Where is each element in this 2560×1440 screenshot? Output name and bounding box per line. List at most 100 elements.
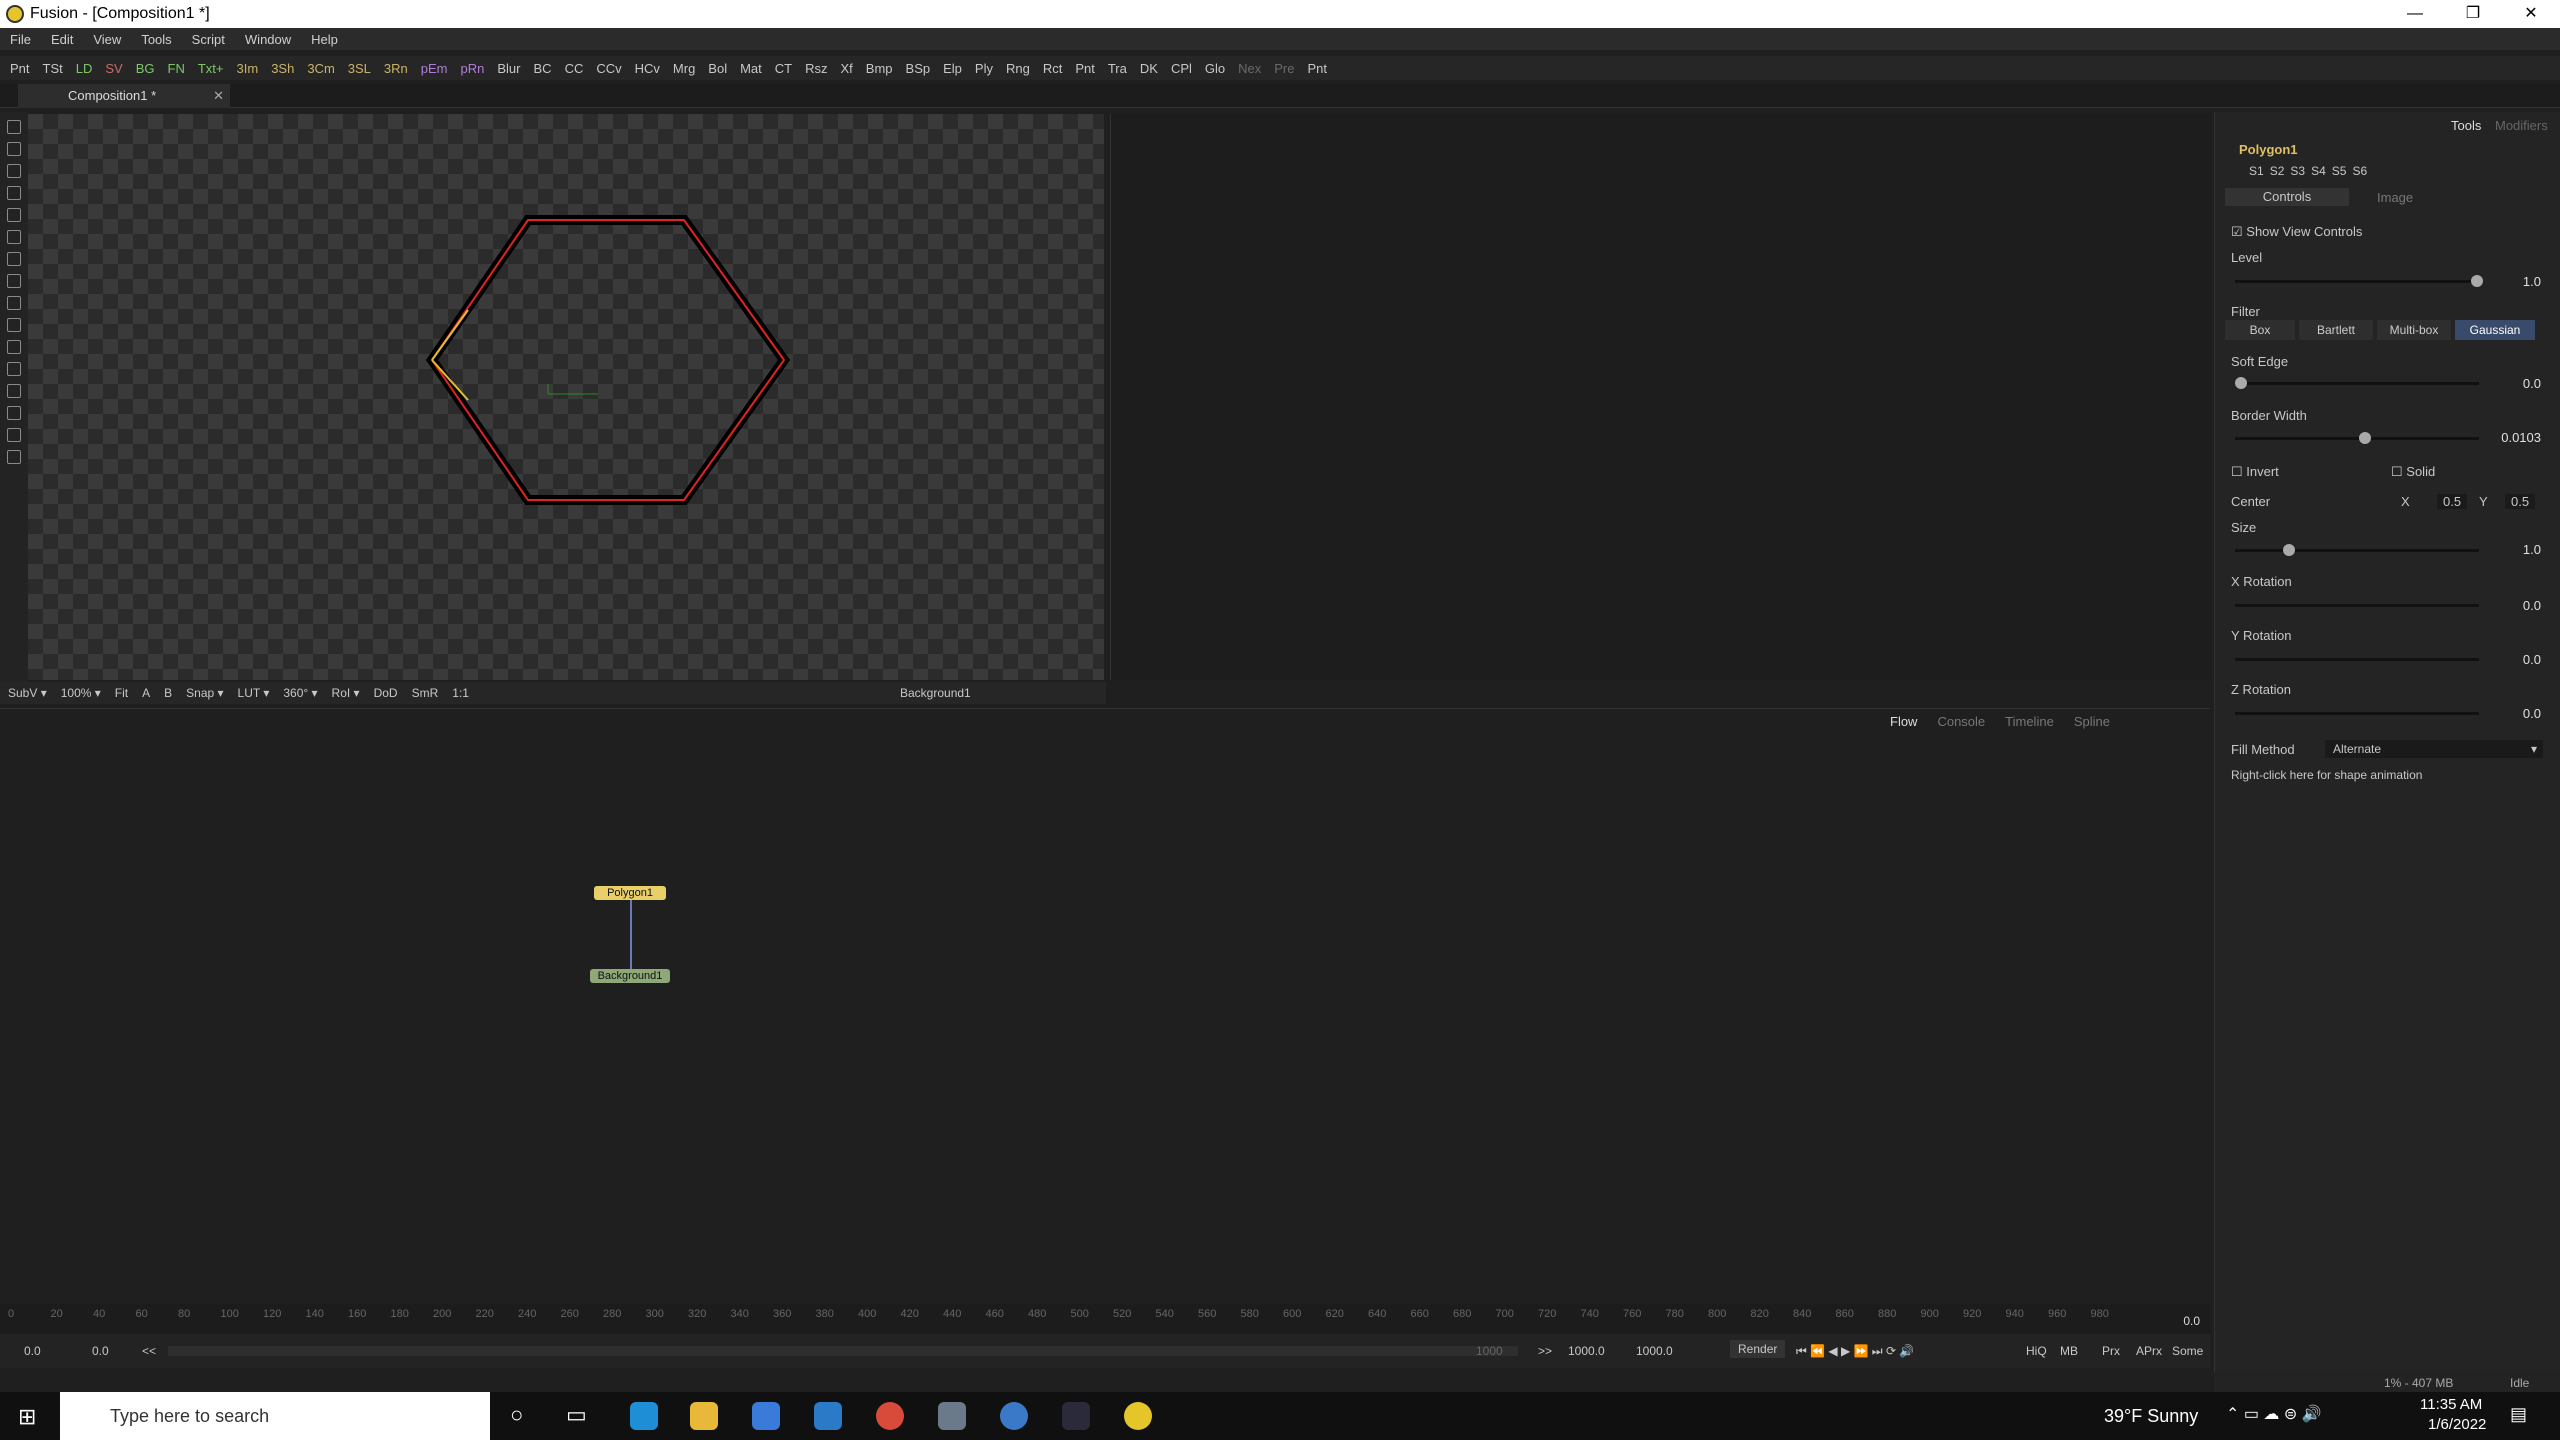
store-icon[interactable] bbox=[752, 1402, 780, 1430]
tab-modifiers[interactable]: Modifiers bbox=[2495, 118, 2548, 133]
toolbar-ld-button[interactable]: LD bbox=[76, 61, 93, 76]
tab-composition1[interactable]: Composition1 * ✕ bbox=[18, 84, 230, 108]
filter-gaussian[interactable]: Gaussian bbox=[2455, 320, 2535, 340]
toolbar-rsz-button[interactable]: Rsz bbox=[805, 61, 827, 76]
tab-spline[interactable]: Spline bbox=[2074, 714, 2110, 734]
toolbar-pre-button[interactable]: Pre bbox=[1274, 61, 1294, 76]
border-width-slider[interactable] bbox=[2235, 432, 2479, 444]
spline-icon[interactable] bbox=[7, 274, 21, 288]
quality-mb[interactable]: MB bbox=[2060, 1344, 2078, 1358]
toolbar-nex-button[interactable]: Nex bbox=[1238, 61, 1261, 76]
toolbar-pnt-button[interactable]: Pnt bbox=[10, 61, 30, 76]
menu-tools[interactable]: Tools bbox=[131, 32, 181, 47]
x-rotation-slider[interactable] bbox=[2235, 604, 2479, 607]
transform-icon[interactable] bbox=[7, 340, 21, 354]
soft-edge-slider[interactable] bbox=[2235, 377, 2479, 389]
toolbar-rng-button[interactable]: Rng bbox=[1006, 61, 1030, 76]
menu-help[interactable]: Help bbox=[301, 32, 348, 47]
roi-dropdown[interactable]: RoI ▾ bbox=[332, 686, 360, 700]
toolbar-dk-button[interactable]: DK bbox=[1140, 61, 1158, 76]
filter-bartlett[interactable]: Bartlett bbox=[2299, 320, 2373, 340]
windows-start-icon[interactable]: ⊞ bbox=[18, 1404, 36, 1430]
time-ruler[interactable]: 0.0 0 20 40 60 80 100 120 140 160 180 200 220 240 260… bbox=[0, 1304, 2210, 1334]
solid-checkbox[interactable]: ☐ Solid bbox=[2391, 464, 2435, 480]
smooth-icon[interactable] bbox=[7, 384, 21, 398]
task-view-icon[interactable]: ▭ bbox=[566, 1402, 587, 1428]
slot-s5[interactable]: S5 bbox=[2332, 164, 2347, 178]
playback-controls-icon[interactable]: ⏮ ⏪ ◀ ▶ ⏩ ⏭ ⟳ 🔊 bbox=[1796, 1344, 1914, 1359]
menu-script[interactable]: Script bbox=[182, 32, 235, 47]
close-tab-icon[interactable]: ✕ bbox=[213, 84, 224, 108]
bezier-icon[interactable] bbox=[7, 230, 21, 244]
delete-point-icon[interactable] bbox=[7, 362, 21, 376]
tab-timeline[interactable]: Timeline bbox=[2005, 714, 2054, 734]
dod-button[interactable]: DoD bbox=[374, 686, 398, 700]
toolbar-tst-button[interactable]: TSt bbox=[43, 61, 63, 76]
buffer-b-button[interactable]: B bbox=[164, 686, 172, 700]
quality-prx[interactable]: Prx bbox=[2102, 1344, 2120, 1358]
toolbar-ccv-button[interactable]: CCv bbox=[596, 61, 621, 76]
maximize-button[interactable]: ❐ bbox=[2444, 0, 2502, 28]
menu-edit[interactable]: Edit bbox=[41, 32, 83, 47]
menu-file[interactable]: File bbox=[0, 32, 41, 47]
polyline-icon[interactable] bbox=[7, 296, 21, 310]
soft-edge-value[interactable]: 0.0 bbox=[2485, 376, 2541, 391]
size-value[interactable]: 1.0 bbox=[2485, 542, 2541, 557]
toolbar-prn-button[interactable]: pRn bbox=[461, 61, 485, 76]
size-slider[interactable] bbox=[2235, 544, 2479, 556]
lut-dropdown[interactable]: LUT ▾ bbox=[238, 686, 270, 700]
node-background1[interactable]: Background1 bbox=[590, 969, 670, 983]
chrome-icon[interactable] bbox=[876, 1402, 904, 1430]
toolbar-sv-button[interactable]: SV bbox=[105, 61, 122, 76]
menu-window[interactable]: Window bbox=[235, 32, 301, 47]
y-rotation-value[interactable]: 0.0 bbox=[2485, 652, 2541, 667]
toolbar-elp-button[interactable]: Elp bbox=[943, 61, 962, 76]
zoom-icon[interactable] bbox=[7, 450, 21, 464]
clock-time[interactable]: 11:35 AM bbox=[2420, 1396, 2482, 1413]
filter-box[interactable]: Box bbox=[2225, 320, 2295, 340]
toolbar-ct-button[interactable]: CT bbox=[775, 61, 792, 76]
global-start[interactable]: 0.0 bbox=[24, 1344, 41, 1358]
360-dropdown[interactable]: 360° ▾ bbox=[283, 686, 317, 700]
toolbar-3sl-button[interactable]: 3SL bbox=[348, 61, 371, 76]
viewer-right[interactable] bbox=[1110, 114, 2210, 680]
smr-button[interactable]: SmR bbox=[412, 686, 439, 700]
fusion-taskbar-icon[interactable] bbox=[1124, 1402, 1152, 1430]
line-icon[interactable] bbox=[7, 252, 21, 266]
system-tray-icon[interactable]: ⌃ ▭ ☁ ⊜ 🔊 bbox=[2226, 1404, 2322, 1424]
notification-icon[interactable]: ▤ bbox=[2510, 1404, 2527, 1425]
crosshair-icon[interactable] bbox=[7, 120, 21, 134]
toolbar-pem-button[interactable]: pEm bbox=[421, 61, 448, 76]
toolbar-ply-button[interactable]: Ply bbox=[975, 61, 993, 76]
lasso-icon[interactable] bbox=[7, 208, 21, 222]
toolbar-blur-button[interactable]: Blur bbox=[497, 61, 520, 76]
toolbar-pnt-button[interactable]: Pnt bbox=[1075, 61, 1095, 76]
linear-icon[interactable] bbox=[7, 406, 21, 420]
border-width-value[interactable]: 0.0103 bbox=[2485, 430, 2541, 445]
toolbar-mat-button[interactable]: Mat bbox=[740, 61, 762, 76]
zoom-dropdown[interactable]: 100% ▾ bbox=[61, 686, 101, 700]
controls-tab[interactable]: Controls bbox=[2225, 188, 2349, 206]
toolbar-3sh-button[interactable]: 3Sh bbox=[271, 61, 294, 76]
pen-icon[interactable] bbox=[7, 142, 21, 156]
slot-s6[interactable]: S6 bbox=[2352, 164, 2367, 178]
snap-dropdown[interactable]: Snap ▾ bbox=[186, 686, 223, 700]
node-polygon1[interactable]: Polygon1 bbox=[594, 886, 666, 900]
mail-icon[interactable] bbox=[814, 1402, 842, 1430]
level-slider[interactable] bbox=[2235, 275, 2483, 287]
buffer-a-button[interactable]: A bbox=[142, 686, 150, 700]
file-explorer-icon[interactable] bbox=[690, 1402, 718, 1430]
toolbar-cpl-button[interactable]: CPl bbox=[1171, 61, 1192, 76]
close-window-button[interactable]: ✕ bbox=[2502, 0, 2560, 28]
slot-s1[interactable]: S1 bbox=[2249, 164, 2264, 178]
z-rotation-slider[interactable] bbox=[2235, 712, 2479, 715]
quality-hiq[interactable]: HiQ bbox=[2026, 1344, 2047, 1358]
select-icon[interactable] bbox=[7, 164, 21, 178]
toolbar-bc-button[interactable]: BC bbox=[534, 61, 552, 76]
center-x-input[interactable]: 0.5 bbox=[2437, 494, 2468, 509]
toolbar-bmp-button[interactable]: Bmp bbox=[866, 61, 893, 76]
flow-area[interactable]: Polygon1 Background1 bbox=[0, 708, 2210, 1300]
y-rotation-slider[interactable] bbox=[2235, 658, 2479, 661]
key-icon[interactable] bbox=[7, 428, 21, 442]
toolbar-pnt-button[interactable]: Pnt bbox=[1307, 61, 1327, 76]
